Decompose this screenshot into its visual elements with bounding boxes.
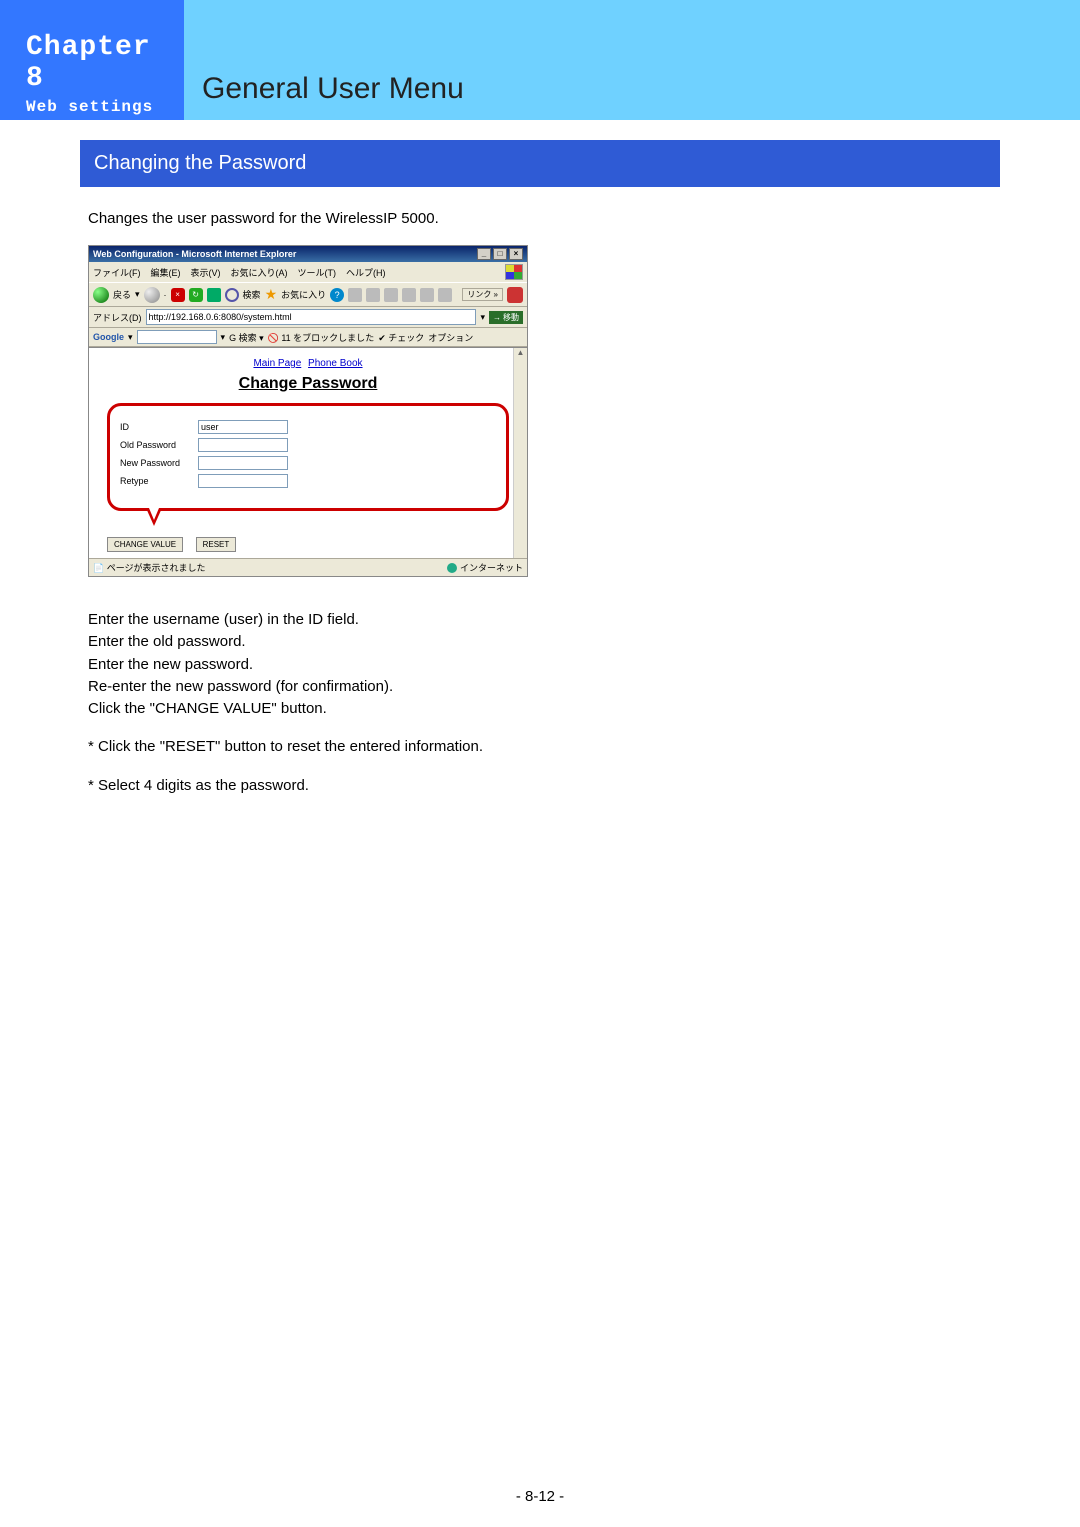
toolbar-misc-2-icon[interactable] <box>366 288 380 302</box>
content-heading: Change Password <box>89 375 527 393</box>
new-password-input[interactable] <box>198 456 288 470</box>
ie-title-text: Web Configuration - Microsoft Internet E… <box>93 249 296 259</box>
address-dropdown-icon[interactable]: ▾ <box>480 312 485 323</box>
old-password-input[interactable] <box>198 438 288 452</box>
instruction-line-3: Enter the new password. <box>88 655 988 675</box>
search-label[interactable]: 検索 <box>243 288 261 301</box>
search-icon[interactable] <box>225 288 239 302</box>
menu-view[interactable]: 表示(V) <box>191 266 221 279</box>
retype-label: Retype <box>120 476 198 486</box>
ie-content: Main Page Phone Book Change Password ID … <box>89 347 527 558</box>
toolbar-misc-3-icon[interactable] <box>384 288 398 302</box>
google-blocked[interactable]: 🚫 11 をブロックしました <box>268 331 375 344</box>
address-label: アドレス(D) <box>93 311 142 324</box>
retype-input[interactable] <box>198 474 288 488</box>
google-search-button[interactable]: G 検索 ▾ <box>229 331 264 344</box>
page-header: General User Menu <box>184 0 1080 120</box>
instruction-note-2: * Select 4 digits as the password. <box>88 776 988 796</box>
menu-favorites[interactable]: お気に入り(A) <box>231 266 288 279</box>
callout-arrow-icon <box>146 508 162 526</box>
link-phone-book[interactable]: Phone Book <box>308 358 363 369</box>
status-text: 📄 ページが表示されました <box>93 561 206 574</box>
instruction-line-2: Enter the old password. <box>88 632 988 652</box>
ie-titlebar: Web Configuration - Microsoft Internet E… <box>89 246 527 262</box>
maximize-icon[interactable]: □ <box>493 248 507 260</box>
home-icon[interactable] <box>207 288 221 302</box>
forward-icon[interactable] <box>144 287 160 303</box>
google-input-dropdown-icon[interactable]: ▾ <box>221 332 226 343</box>
status-zone: インターネット <box>447 561 523 574</box>
menu-help[interactable]: ヘルプ(H) <box>346 266 386 279</box>
ie-menubar: ファイル(F) 編集(E) 表示(V) お気に入り(A) ツール(T) ヘルプ(… <box>89 262 527 282</box>
menu-edit[interactable]: 編集(E) <box>151 266 181 279</box>
id-input[interactable] <box>198 420 288 434</box>
help-icon[interactable]: ? <box>330 288 344 302</box>
address-input[interactable] <box>146 309 477 325</box>
minimize-icon[interactable]: _ <box>477 248 491 260</box>
id-label: ID <box>120 422 198 432</box>
chapter-sidebar: Chapter 8 Web settings <box>0 0 184 120</box>
chapter-subtitle: Web settings <box>26 98 174 116</box>
reset-button[interactable]: RESET <box>196 537 237 552</box>
status-zone-text: インターネット <box>460 561 523 574</box>
ie-window: Web Configuration - Microsoft Internet E… <box>88 245 528 577</box>
intro-text: Changes the user password for the Wirele… <box>88 210 988 227</box>
internet-zone-icon <box>447 563 457 573</box>
section-heading: Changing the Password <box>80 140 1000 187</box>
google-search-input[interactable] <box>137 330 217 344</box>
instruction-line-1: Enter the username (user) in the ID fiel… <box>88 610 988 630</box>
norton-icon[interactable] <box>507 287 523 303</box>
window-buttons: _ □ × <box>477 248 523 260</box>
toolbar-misc-4-icon[interactable] <box>402 288 416 302</box>
link-main-page[interactable]: Main Page <box>253 358 301 369</box>
separator: · <box>164 290 167 300</box>
back-label[interactable]: 戻る <box>113 288 131 301</box>
new-password-label: New Password <box>120 458 198 468</box>
favorites-label[interactable]: お気に入り <box>281 288 326 301</box>
toolbar-misc-6-icon[interactable] <box>438 288 452 302</box>
page-title: General User Menu <box>202 72 464 106</box>
google-dropdown-icon[interactable]: ▾ <box>128 332 133 343</box>
google-check[interactable]: ✔ チェック <box>378 331 424 344</box>
refresh-icon[interactable]: ↻ <box>189 288 203 302</box>
google-options[interactable]: オプション <box>428 331 473 344</box>
ie-addressbar: アドレス(D) ▾ 移動 <box>89 307 527 328</box>
highlighted-form-box: ID Old Password New Password Retype <box>107 403 509 511</box>
google-label: Google <box>93 332 124 342</box>
content-top-links: Main Page Phone Book <box>89 358 527 369</box>
google-toolbar: Google ▾ ▾ G 検索 ▾ 🚫 11 をブロックしました ✔ チェック … <box>89 328 527 347</box>
instruction-line-4: Re-enter the new password (for confirmat… <box>88 677 988 697</box>
menu-tools[interactable]: ツール(T) <box>298 266 337 279</box>
toolbar-misc-5-icon[interactable] <box>420 288 434 302</box>
page-number: - 8-12 - <box>0 1488 1080 1505</box>
favorites-icon[interactable]: ★ <box>265 286 278 303</box>
ie-statusbar: 📄 ページが表示されました インターネット <box>89 558 527 576</box>
instruction-line-5: Click the "CHANGE VALUE" button. <box>88 699 988 719</box>
go-button[interactable]: 移動 <box>489 311 523 324</box>
old-password-label: Old Password <box>120 440 198 450</box>
menu-file[interactable]: ファイル(F) <box>93 266 141 279</box>
instruction-note-1: * Click the "RESET" button to reset the … <box>88 737 988 757</box>
links-button[interactable]: リンク » <box>462 288 503 301</box>
toolbar-misc-1-icon[interactable] <box>348 288 362 302</box>
chapter-label: Chapter 8 <box>26 32 174 94</box>
change-value-button[interactable]: CHANGE VALUE <box>107 537 183 552</box>
windows-flag-icon <box>505 264 523 280</box>
stop-icon[interactable]: × <box>171 288 185 302</box>
close-icon[interactable]: × <box>509 248 523 260</box>
scrollbar[interactable] <box>513 348 527 558</box>
ie-toolbar: 戻る ▾ · × ↻ 検索 ★ お気に入り ? リンク » <box>89 282 527 307</box>
back-icon[interactable] <box>93 287 109 303</box>
form-buttons: CHANGE VALUE RESET <box>107 537 527 552</box>
instructions-block: Enter the username (user) in the ID fiel… <box>88 610 988 798</box>
dropdown-icon[interactable]: ▾ <box>135 289 140 300</box>
